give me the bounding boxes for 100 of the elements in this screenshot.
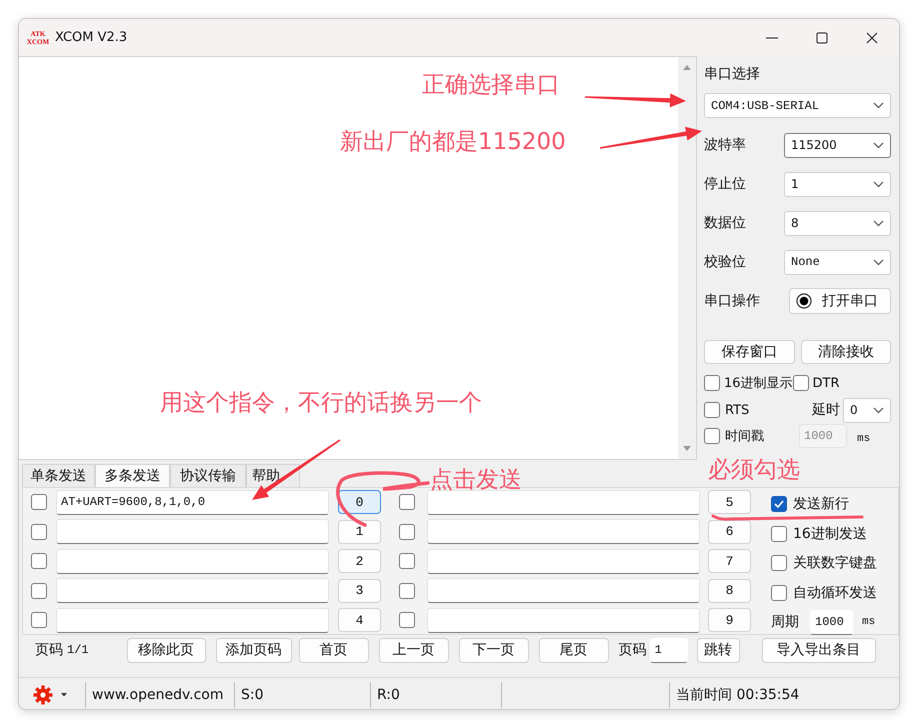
setting-dropdown[interactable]: 115200 <box>784 132 891 158</box>
pager-button[interactable]: 尾页 <box>538 638 609 662</box>
tab[interactable]: 单条发送 <box>22 464 95 487</box>
checkbox[interactable] <box>792 375 809 391</box>
clear-receive-button[interactable]: 清除接收 <box>801 340 891 364</box>
send-button[interactable]: 5 <box>708 490 751 514</box>
pager-button[interactable]: 首页 <box>298 638 369 662</box>
setting-dropdown[interactable]: None <box>784 250 891 274</box>
checkbox-label: 发送新行 <box>793 495 849 513</box>
checkbox-label: 时间戳 <box>725 428 764 445</box>
send-button[interactable]: 6 <box>708 520 751 544</box>
input-field[interactable] <box>56 578 329 604</box>
checkbox[interactable] <box>31 494 47 510</box>
checkbox-label: 关联数字键盘 <box>793 554 877 572</box>
checkbox[interactable] <box>399 612 415 628</box>
checkbox[interactable] <box>771 496 787 512</box>
section-label: 串口选择 <box>704 65 761 83</box>
page-count: 1/1 <box>67 643 89 657</box>
save-window-button[interactable]: 保存窗口 <box>704 340 795 364</box>
checkbox[interactable] <box>31 612 47 628</box>
scroll-up-icon[interactable] <box>682 63 692 72</box>
send-button[interactable]: 7 <box>708 549 751 574</box>
annotation-text: 点击发送 <box>430 466 522 495</box>
input-field[interactable]: AT+UART=9600,8,1,0,0 <box>56 490 329 515</box>
checkbox[interactable] <box>704 402 720 418</box>
open-port-button[interactable]: 打开串口 <box>789 288 891 314</box>
input-field[interactable] <box>427 608 700 633</box>
delay-dropdown[interactable]: 0 <box>843 398 891 422</box>
input-field[interactable] <box>56 548 329 574</box>
setting-dropdown[interactable]: 1 <box>784 172 891 196</box>
input-field[interactable] <box>427 519 700 544</box>
page-label: 页码 <box>35 641 63 659</box>
setting-label: 周期 <box>771 613 799 631</box>
annotation-text: 新出厂的都是115200 <box>340 128 566 157</box>
website-link[interactable]: www.openedv.com <box>92 686 224 702</box>
radio-dot-icon <box>796 293 812 309</box>
setting-label: 数据位 <box>704 214 746 232</box>
setting-label: 停止位 <box>704 175 746 193</box>
annotation-text: 正确选择串口 <box>422 71 560 100</box>
setting-dropdown[interactable]: 8 <box>784 210 891 236</box>
checkbox[interactable] <box>704 428 720 444</box>
send-button[interactable]: 9 <box>708 608 751 632</box>
tab[interactable]: 帮助 <box>246 464 300 487</box>
send-button[interactable]: 1 <box>338 520 381 544</box>
input-field[interactable] <box>56 608 329 633</box>
checkbox[interactable] <box>399 553 415 570</box>
checkbox[interactable] <box>771 555 787 571</box>
chevron-down-icon <box>873 220 884 226</box>
send-button[interactable]: 2 <box>338 549 381 574</box>
checkbox[interactable] <box>704 375 720 391</box>
pager-button[interactable]: 添加页码 <box>216 638 292 662</box>
jump-button[interactable]: 跳转 <box>696 638 740 662</box>
port-dropdown[interactable]: COM4:USB-SERIAL <box>704 93 891 118</box>
close-icon <box>866 32 878 44</box>
chevron-down-icon <box>873 142 884 148</box>
annotation-text: 必须勾选 <box>708 456 800 485</box>
page-field[interactable]: 1 <box>650 638 688 662</box>
caret-icon[interactable] <box>61 692 67 696</box>
checkbox[interactable] <box>399 582 415 599</box>
checkbox-label: 16进制发送 <box>793 524 867 542</box>
checkbox[interactable] <box>399 494 415 510</box>
setting-label: 串口操作 <box>704 292 760 310</box>
vertical-scrollbar[interactable] <box>678 57 696 459</box>
window-title: XCOM V2.3 <box>55 30 128 45</box>
scroll-down-icon[interactable] <box>682 444 692 453</box>
checkbox-label: 16进制显示 <box>724 375 793 392</box>
input-field[interactable] <box>427 578 700 604</box>
unit-label: ms <box>857 433 870 445</box>
chevron-down-icon <box>873 102 884 109</box>
input-field[interactable] <box>427 490 700 515</box>
checkbox[interactable] <box>771 526 787 542</box>
checkbox[interactable] <box>771 584 787 600</box>
send-button[interactable]: 4 <box>338 608 381 632</box>
period-field[interactable]: 1000 <box>810 610 853 634</box>
chevron-down-icon <box>873 406 884 414</box>
gear-icon[interactable] <box>33 684 53 704</box>
checkbox[interactable] <box>31 582 47 599</box>
pager-button[interactable]: 移除此页 <box>126 638 206 662</box>
import-export-button[interactable]: 导入导出条目 <box>762 638 876 662</box>
send-button[interactable]: 3 <box>338 578 381 603</box>
setting-label: 延时 <box>812 401 840 419</box>
send-button[interactable]: 8 <box>708 578 751 603</box>
chevron-down-icon <box>873 258 884 266</box>
checkbox[interactable] <box>31 524 47 540</box>
checkbox[interactable] <box>399 524 415 540</box>
page-label: 页码 <box>618 641 647 659</box>
current-time: 当前时间 00:35:54 <box>676 686 800 704</box>
annotation-text: 用这个指令，不行的话换另一个 <box>160 389 482 418</box>
setting-label: 校验位 <box>704 253 746 271</box>
tab[interactable]: 多条发送 <box>95 464 170 487</box>
chevron-down-icon <box>873 180 884 188</box>
send-button[interactable]: 0 <box>338 490 381 514</box>
pager-button[interactable]: 下一页 <box>458 638 529 662</box>
input-field[interactable] <box>427 548 700 574</box>
checkbox[interactable] <box>31 553 47 570</box>
checkbox-label: DTR <box>812 376 840 390</box>
input-field[interactable] <box>56 519 329 544</box>
setting-label: 波特率 <box>704 136 746 154</box>
pager-button[interactable]: 上一页 <box>378 638 449 662</box>
tab[interactable]: 协议传输 <box>170 464 246 487</box>
